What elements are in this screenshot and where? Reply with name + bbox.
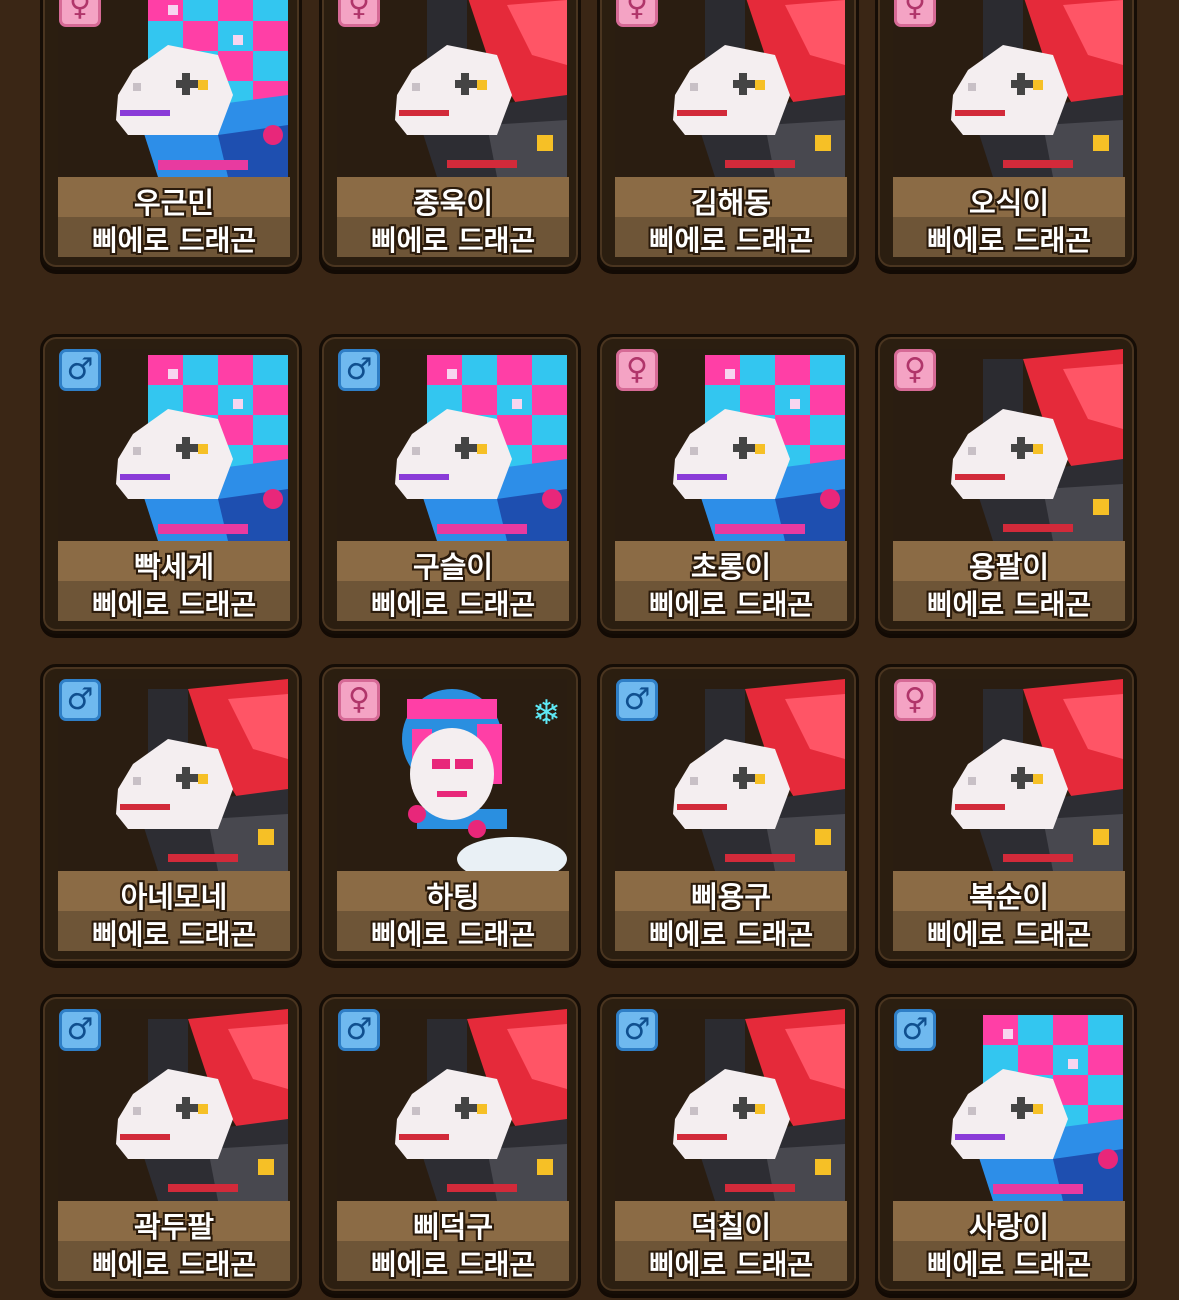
female-symbol-icon: ♀ bbox=[338, 679, 380, 721]
female-symbol-icon: ♀ bbox=[894, 349, 936, 391]
female-symbol-icon: ♀ bbox=[894, 0, 936, 27]
dragon-species: 삐에로 드래곤 bbox=[926, 1248, 1092, 1281]
dragon-name: 덕칠이 bbox=[690, 1210, 772, 1244]
dragon-name: 구슬이 bbox=[412, 550, 494, 584]
nameplate: 덕칠이삐에로 드래곤 bbox=[615, 1201, 847, 1281]
nameplate: 초롱이삐에로 드래곤 bbox=[615, 541, 847, 621]
dragon-name: 하팅 bbox=[426, 880, 480, 914]
nameplate: 사랑이삐에로 드래곤 bbox=[893, 1201, 1125, 1281]
dragon-name: 우근민 bbox=[133, 186, 215, 220]
dragon-card[interactable]: ♀ 오식이삐에로 드래곤 bbox=[875, 0, 1137, 270]
nameplate: 삐덕구삐에로 드래곤 bbox=[337, 1201, 569, 1281]
dragon-name: 오식이 bbox=[968, 186, 1050, 220]
nameplate: 김해동삐에로 드래곤 bbox=[615, 177, 847, 257]
dragon-card[interactable]: ♂ 구슬이삐에로 드래곤 bbox=[319, 334, 581, 634]
male-symbol-icon: ♂ bbox=[616, 679, 658, 721]
male-symbol-icon: ♂ bbox=[59, 1009, 101, 1051]
dragon-species: 삐에로 드래곤 bbox=[648, 588, 814, 621]
dragon-species: 삐에로 드래곤 bbox=[370, 588, 536, 621]
dragon-species: 삐에로 드래곤 bbox=[370, 918, 536, 951]
dragon-name: 삐용구 bbox=[690, 880, 772, 914]
male-symbol-icon: ♂ bbox=[59, 349, 101, 391]
dragon-card[interactable]: ♀ 용팔이삐에로 드래곤 bbox=[875, 334, 1137, 634]
dragon-card[interactable]: ❄ ♀ 하팅삐에로 드래곤 bbox=[319, 664, 581, 964]
nameplate: 삐용구삐에로 드래곤 bbox=[615, 871, 847, 951]
male-symbol-icon: ♂ bbox=[59, 679, 101, 721]
male-symbol-icon: ♂ bbox=[894, 1009, 936, 1051]
nameplate: 빡세게삐에로 드래곤 bbox=[58, 541, 290, 621]
dragon-card[interactable]: ♂ 빡세게삐에로 드래곤 bbox=[40, 334, 302, 634]
dragon-species: 삐에로 드래곤 bbox=[91, 224, 257, 257]
nameplate: 복순이삐에로 드래곤 bbox=[893, 871, 1125, 951]
nameplate: 오식이삐에로 드래곤 bbox=[893, 177, 1125, 257]
dragon-species: 삐에로 드래곤 bbox=[91, 918, 257, 951]
dragon-card[interactable]: ♂ 곽두팔삐에로 드래곤 bbox=[40, 994, 302, 1294]
dragon-species: 삐에로 드래곤 bbox=[926, 918, 1092, 951]
nameplate: 곽두팔삐에로 드래곤 bbox=[58, 1201, 290, 1281]
dragon-species: 삐에로 드래곤 bbox=[926, 224, 1092, 257]
male-symbol-icon: ♂ bbox=[338, 349, 380, 391]
dragon-card[interactable]: ♀ 종욱이삐에로 드래곤 bbox=[319, 0, 581, 270]
dragon-name: 김해동 bbox=[690, 186, 772, 220]
dragon-card[interactable]: ♀ 복순이삐에로 드래곤 bbox=[875, 664, 1137, 964]
dragon-card[interactable]: ♂ 아네모네삐에로 드래곤 bbox=[40, 664, 302, 964]
dragon-card[interactable]: ♂ 사랑이삐에로 드래곤 bbox=[875, 994, 1137, 1294]
female-symbol-icon: ♀ bbox=[616, 0, 658, 27]
female-symbol-icon: ♀ bbox=[894, 679, 936, 721]
dragon-species: 삐에로 드래곤 bbox=[91, 1248, 257, 1281]
nameplate: 종욱이삐에로 드래곤 bbox=[337, 177, 569, 257]
dragon-name: 빡세게 bbox=[133, 550, 215, 584]
dragon-name: 사랑이 bbox=[968, 1210, 1050, 1244]
dragon-name: 초롱이 bbox=[690, 550, 772, 584]
male-symbol-icon: ♂ bbox=[338, 1009, 380, 1051]
dragon-card[interactable]: ♂ 삐용구삐에로 드래곤 bbox=[597, 664, 859, 964]
nameplate: 용팔이삐에로 드래곤 bbox=[893, 541, 1125, 621]
nameplate: 아네모네삐에로 드래곤 bbox=[58, 871, 290, 951]
dragon-species: 삐에로 드래곤 bbox=[370, 1248, 536, 1281]
dragon-card[interactable]: ♂ 덕칠이삐에로 드래곤 bbox=[597, 994, 859, 1294]
dragon-card[interactable]: ♀ 우근민삐에로 드래곤 bbox=[40, 0, 302, 270]
dragon-card[interactable]: ♂ 삐덕구삐에로 드래곤 bbox=[319, 994, 581, 1294]
dragon-card[interactable]: ♀ 김해동삐에로 드래곤 bbox=[597, 0, 859, 270]
dragon-species: 삐에로 드래곤 bbox=[648, 224, 814, 257]
dragon-collection-grid: ♀ 우근민 삐에로 드래곤 ♀ 종욱이 삐에로 드래곤 ♀ 김해동 삐에로 드래… bbox=[0, 0, 1179, 1300]
nameplate: 하팅삐에로 드래곤 bbox=[337, 871, 569, 951]
dragon-species: 삐에로 드래곤 bbox=[370, 224, 536, 257]
svg-text:❄: ❄ bbox=[532, 693, 561, 733]
dragon-name: 복순이 bbox=[968, 880, 1050, 914]
dragon-name: 종욱이 bbox=[412, 186, 494, 220]
dragon-name: 아네모네 bbox=[120, 880, 228, 914]
nameplate: 우근민삐에로 드래곤 bbox=[58, 177, 290, 257]
dragon-species: 삐에로 드래곤 bbox=[926, 588, 1092, 621]
dragon-name: 곽두팔 bbox=[133, 1210, 215, 1244]
dragon-card[interactable]: ♀ 초롱이삐에로 드래곤 bbox=[597, 334, 859, 634]
female-symbol-icon: ♀ bbox=[616, 349, 658, 391]
dragon-species: 삐에로 드래곤 bbox=[648, 1248, 814, 1281]
female-symbol-icon: ♀ bbox=[59, 0, 101, 27]
dragon-species: 삐에로 드래곤 bbox=[648, 918, 814, 951]
dragon-species: 삐에로 드래곤 bbox=[91, 588, 257, 621]
dragon-name: 용팔이 bbox=[968, 550, 1050, 584]
dragon-name: 삐덕구 bbox=[412, 1210, 494, 1244]
female-symbol-icon: ♀ bbox=[338, 0, 380, 27]
nameplate: 구슬이삐에로 드래곤 bbox=[337, 541, 569, 621]
male-symbol-icon: ♂ bbox=[616, 1009, 658, 1051]
